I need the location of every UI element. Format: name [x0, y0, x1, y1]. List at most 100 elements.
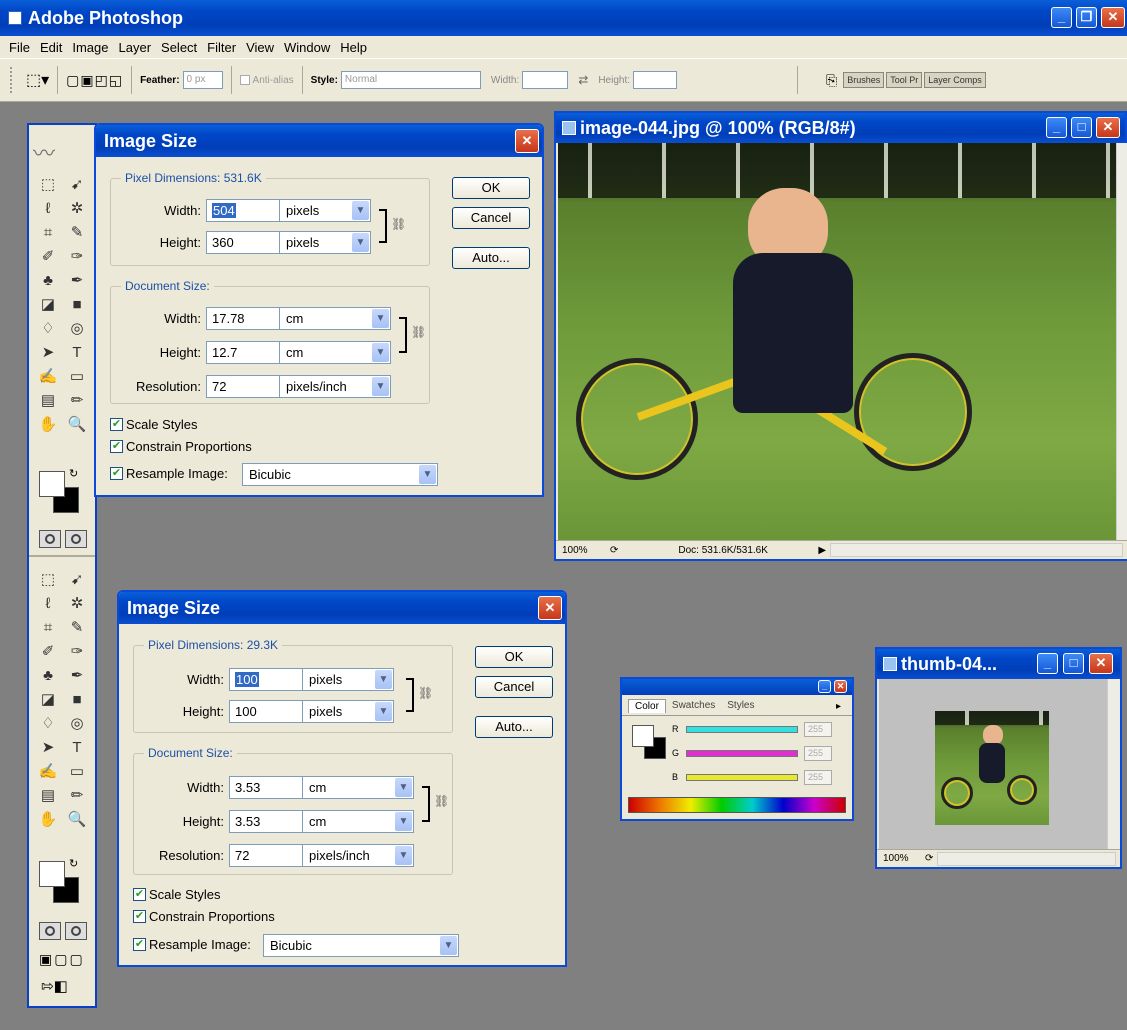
close-icon[interactable]: ✕	[1101, 7, 1125, 28]
eraser-tool-icon[interactable]: ◪	[36, 690, 60, 710]
history-brush-icon[interactable]: ✒	[65, 271, 89, 291]
foreground-color-swatch[interactable]	[632, 725, 654, 747]
pixel-height-unit-select[interactable]: pixels ▼	[279, 231, 371, 254]
feather-input[interactable]: 0 px	[182, 71, 223, 89]
pixel-height-input[interactable]: 100	[229, 700, 303, 723]
close-icon[interactable]: ✕	[538, 596, 562, 620]
resolution-input[interactable]: 72	[229, 844, 311, 867]
b-channel-value[interactable]: 255	[804, 770, 832, 785]
slice-tool-icon[interactable]: ✎	[65, 223, 89, 243]
gradient-tool-icon[interactable]: ■	[65, 690, 89, 710]
options-grip-icon[interactable]	[10, 67, 14, 93]
foreground-color-swatch[interactable]	[39, 471, 65, 497]
eyedropper-icon[interactable]: ✏	[65, 391, 89, 411]
constrain-proportions-checkbox[interactable]: ✔ Constrain Proportions	[133, 909, 275, 924]
dodge-tool-icon[interactable]: ◎	[65, 714, 89, 734]
hand-tool-icon[interactable]: ✋	[36, 415, 60, 435]
magic-wand-icon[interactable]: ✲	[65, 199, 89, 219]
healing-brush-icon[interactable]: ✐	[36, 642, 60, 662]
menu-edit[interactable]: Edit	[35, 40, 67, 55]
doc-height-input[interactable]: 3.53	[229, 810, 311, 833]
status-info-icon[interactable]: ⟳	[610, 545, 618, 556]
tab-styles[interactable]: Styles	[721, 699, 760, 713]
swap-colors-icon[interactable]: ↻	[69, 857, 78, 870]
b-channel-slider[interactable]	[686, 774, 798, 781]
type-tool-icon[interactable]: T	[65, 343, 89, 363]
zoom-tool-icon[interactable]: 🔍	[65, 415, 89, 435]
status-menu-arrow-icon[interactable]: ▶	[818, 545, 826, 556]
zoom-tool-icon[interactable]: 🔍	[65, 810, 89, 830]
gradient-tool-icon[interactable]: ■	[65, 295, 89, 315]
history-brush-icon[interactable]: ✒	[65, 666, 89, 686]
ok-button[interactable]: OK	[475, 646, 553, 668]
standard-mode-icon[interactable]	[39, 922, 61, 940]
r-channel-value[interactable]: 255	[804, 722, 832, 737]
restore-icon[interactable]: ❐	[1076, 7, 1097, 28]
width-input[interactable]	[522, 71, 569, 89]
crop-tool-icon[interactable]: ⌗	[36, 223, 60, 243]
resample-method-select[interactable]: Bicubic ▼	[242, 463, 438, 486]
auto-button[interactable]: Auto...	[452, 247, 530, 269]
lasso-tool-icon[interactable]: ℓ	[36, 199, 60, 219]
zoom-level[interactable]: 100%	[562, 545, 602, 556]
hand-tool-icon[interactable]: ✋	[36, 810, 60, 830]
move-tool-icon[interactable]: ➹	[65, 175, 89, 195]
standard-mode-icon[interactable]	[39, 530, 61, 548]
resolution-unit-select[interactable]: pixels/inch ▼	[279, 375, 391, 398]
swap-colors-icon[interactable]: ↻	[69, 467, 78, 480]
notes-tool-icon[interactable]: ▤	[36, 786, 60, 806]
maximize-icon[interactable]: □	[1071, 117, 1092, 138]
cancel-button[interactable]: Cancel	[452, 207, 530, 229]
marquee-tool-icon[interactable]: ⬚	[36, 175, 60, 195]
palette-well-icon[interactable]: ⎘	[826, 72, 837, 89]
doc-width-input[interactable]: 17.78	[206, 307, 288, 330]
doc-height-unit-select[interactable]: cm ▼	[302, 810, 414, 833]
type-tool-icon[interactable]: T	[65, 738, 89, 758]
blur-tool-icon[interactable]: ♢	[36, 319, 60, 339]
close-icon[interactable]: ✕	[1096, 117, 1120, 138]
screen-mode-icons[interactable]: ▣▢▢	[39, 951, 85, 968]
pixel-height-unit-select[interactable]: pixels ▼	[302, 700, 394, 723]
vertical-scrollbar[interactable]	[1107, 679, 1120, 849]
menu-image[interactable]: Image	[67, 40, 113, 55]
menu-layer[interactable]: Layer	[114, 40, 157, 55]
palette-menu-icon[interactable]: ▸	[836, 701, 841, 712]
maximize-icon[interactable]: □	[1063, 653, 1084, 674]
path-select-icon[interactable]: ➤	[36, 343, 60, 363]
g-channel-value[interactable]: 255	[804, 746, 832, 761]
lasso-tool-icon[interactable]: ℓ	[36, 594, 60, 614]
doc-width-input[interactable]: 3.53	[229, 776, 311, 799]
shape-tool-icon[interactable]: ▭	[65, 367, 89, 387]
notes-tool-icon[interactable]: ▤	[36, 391, 60, 411]
antialias-checkbox[interactable]	[239, 75, 250, 85]
pixel-height-input[interactable]: 360	[206, 231, 280, 254]
path-select-icon[interactable]: ➤	[36, 738, 60, 758]
status-info-icon[interactable]: ⟳	[925, 853, 933, 864]
horizontal-scrollbar[interactable]	[830, 543, 1123, 557]
vertical-scrollbar[interactable]	[1116, 143, 1127, 540]
jump-to-imageready-icon[interactable]: ⇰◧	[41, 977, 68, 995]
blur-tool-icon[interactable]: ♢	[36, 714, 60, 734]
doc-width-unit-select[interactable]: cm ▼	[302, 776, 414, 799]
doc-width-unit-select[interactable]: cm ▼	[279, 307, 391, 330]
pixel-width-unit-select[interactable]: pixels ▼	[302, 668, 394, 691]
pixel-width-unit-select[interactable]: pixels ▼	[279, 199, 371, 222]
thumbnail-image[interactable]	[935, 711, 1049, 825]
tab-brushes[interactable]: Brushes	[843, 72, 885, 88]
healing-brush-icon[interactable]: ✐	[36, 247, 60, 267]
menu-file[interactable]: File	[4, 40, 35, 55]
resolution-unit-select[interactable]: pixels/inch ▼	[302, 844, 414, 867]
magic-wand-icon[interactable]: ✲	[65, 594, 89, 614]
tab-layer-comps[interactable]: Layer Comps	[924, 72, 986, 88]
slice-tool-icon[interactable]: ✎	[65, 618, 89, 638]
swap-icon[interactable]: ⇄	[578, 73, 588, 87]
g-channel-slider[interactable]	[686, 750, 798, 757]
tab-color[interactable]: Color	[628, 699, 666, 713]
resample-image-checkbox[interactable]: ✔ Resample Image:	[110, 466, 228, 481]
shape-tool-icon[interactable]: ▭	[65, 762, 89, 782]
auto-button[interactable]: Auto...	[475, 716, 553, 738]
constrain-proportions-checkbox[interactable]: ✔ Constrain Proportions	[110, 439, 252, 454]
resample-image-checkbox[interactable]: ✔ Resample Image:	[133, 937, 251, 952]
resample-method-select[interactable]: Bicubic ▼	[263, 934, 459, 957]
doc-height-unit-select[interactable]: cm ▼	[279, 341, 391, 364]
